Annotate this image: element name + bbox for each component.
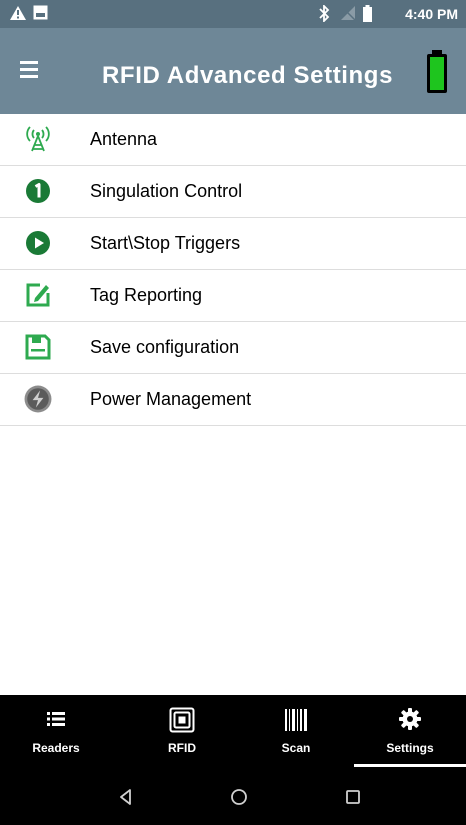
rfid-icon: [169, 707, 195, 733]
edit-icon: [26, 283, 50, 307]
menu-item-label: Tag Reporting: [90, 285, 203, 305]
tab-label: Scan: [281, 741, 311, 755]
menu-item-label: Singulation Control: [90, 181, 243, 201]
tab-settings[interactable]: Settings: [362, 695, 458, 767]
tab-label: RFID: [168, 741, 196, 755]
recents-icon[interactable]: [340, 784, 366, 810]
tab-label: Settings: [386, 741, 434, 755]
tab-label: Readers: [32, 741, 80, 755]
menu-item-label: Antenna: [90, 129, 158, 149]
menu-item-power-management[interactable]: Power Management: [0, 374, 466, 426]
tab-readers[interactable]: Readers: [8, 695, 104, 767]
settings-menu-list: Antenna Singulation Control Start\Stop T…: [0, 114, 466, 426]
bottom-navigation: Readers RFID Scan Settings: [0, 695, 466, 767]
home-icon[interactable]: [226, 784, 252, 810]
barcode-icon: [285, 709, 307, 731]
back-icon[interactable]: [113, 784, 139, 810]
gear-icon: [399, 708, 421, 730]
menu-item-save-configuration[interactable]: Save configuration: [0, 322, 466, 374]
status-time: 4:40 PM: [405, 6, 458, 22]
alert-icon: [10, 6, 26, 20]
menu-item-label: Start\Stop Triggers: [90, 233, 241, 253]
no-signal-icon: [341, 6, 356, 21]
hamburger-menu-icon[interactable]: [18, 56, 54, 86]
status-bar: 4:40 PM: [0, 0, 466, 28]
list-icon: [47, 712, 65, 726]
image-icon: [33, 5, 48, 20]
app-bar: RFID Advanced Settings: [0, 28, 466, 114]
reader-battery-icon[interactable]: [426, 50, 448, 94]
number-one-icon: [26, 179, 50, 203]
tab-scan[interactable]: Scan: [248, 695, 344, 767]
menu-item-label: Power Management: [90, 389, 252, 409]
menu-item-label: Save configuration: [90, 337, 240, 357]
menu-item-antenna[interactable]: Antenna: [0, 114, 466, 166]
tab-rfid[interactable]: RFID: [134, 695, 230, 767]
menu-item-tag-reporting[interactable]: Tag Reporting: [0, 270, 466, 322]
battery-icon: [363, 5, 372, 22]
system-navigation-bar: [0, 767, 466, 825]
menu-item-start-stop-triggers[interactable]: Start\Stop Triggers: [0, 218, 466, 270]
power-management-icon: [24, 385, 52, 413]
save-icon: [25, 334, 51, 360]
antenna-icon: [26, 126, 50, 152]
play-icon: [26, 231, 50, 255]
app-screen: 4:40 PM RFID Advanced Settings Antenna S…: [0, 0, 466, 825]
bluetooth-icon: [319, 5, 330, 22]
page-title: RFID Advanced Settings: [102, 62, 394, 89]
menu-item-singulation-control[interactable]: Singulation Control: [0, 166, 466, 218]
